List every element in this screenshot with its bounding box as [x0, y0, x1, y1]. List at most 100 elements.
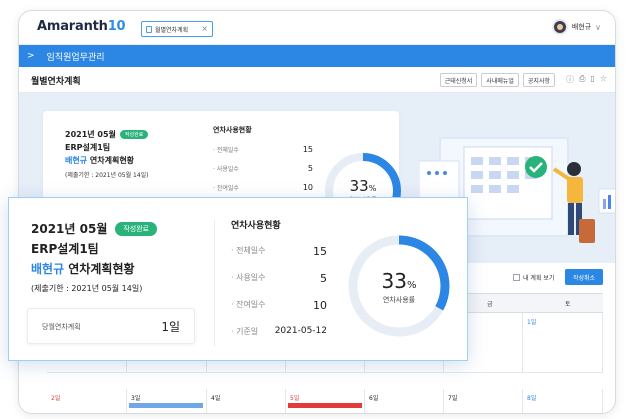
stat-used: · 사용일수 5 [231, 272, 327, 285]
divider [214, 220, 215, 346]
chevron-right-icon[interactable]: > [27, 51, 35, 61]
calendar-cell-may-1[interactable]: 1일 [523, 313, 603, 373]
calendar-cell-may-5[interactable]: 5일 [286, 389, 365, 413]
stat-total: · 전체일수 15 [231, 245, 327, 258]
star-icon[interactable]: ☆ [600, 74, 607, 85]
help-icon[interactable]: ⓘ [566, 74, 574, 85]
stat-value: 15 [302, 145, 313, 154]
stat-used: · 사용일수 5 [213, 164, 313, 173]
employee-name: 배현규 [65, 156, 88, 165]
day-number: 2일 [51, 395, 61, 402]
monthly-plan-label: 당월연차계획 [42, 323, 81, 331]
usage-header: 연차사용현황 [213, 126, 252, 134]
status-badge: 작성완료 [115, 221, 158, 236]
summary-card-left: 2021년 05월 작성완료 ERP설계1팀 배현규 연차계획현황 (제출기한 … [65, 129, 149, 179]
brand-number: 10 [107, 19, 126, 34]
company-manual-button[interactable]: 사내메뉴얼 [481, 73, 519, 87]
user-name: 배현규 [571, 23, 592, 31]
stat-value: 10 [313, 299, 327, 312]
header-icons: ⓘ ⎙ ▯ ☆ [566, 74, 607, 85]
zoomed-summary-card: 2021년 05월 작성완료 ERP설계1팀 배현규 연차계획현황 (제출기한 … [8, 197, 468, 361]
stat-value: 2021-05-12 [274, 326, 327, 336]
summary-month: 2021년 05월 [65, 130, 116, 139]
close-icon[interactable]: × [201, 24, 208, 33]
summary-left: 2021년 05월 작성완료 ERP설계1팀 배현규 연차계획현황 (제출기한 … [31, 220, 158, 294]
stat-value: 10 [302, 183, 313, 192]
usage-donut: 33% 연차사용률 [348, 235, 450, 337]
stat-label: · 전체일수 [231, 246, 266, 255]
calendar-cell-may-6[interactable]: 6일 [365, 389, 444, 413]
summary-month: 2021년 05월 [31, 222, 108, 236]
deadline-text: (제출기한 : 2021년 05월 14일) [65, 172, 149, 179]
employee-name: 배현규 [31, 262, 65, 276]
day-number: 3일 [131, 395, 141, 402]
day-number: 4일 [211, 395, 221, 402]
document-icon [146, 25, 152, 33]
tab-monthly-leave-plan[interactable]: 월별연차계획 × [141, 21, 213, 37]
brand-logo[interactable]: Amaranth10 [37, 19, 126, 34]
calendar-cell-may-3[interactable]: 3일 [127, 389, 207, 413]
stat-label: · 사용일수 [231, 273, 266, 282]
plan-title-text: 연차계획현황 [64, 262, 135, 276]
team-name: ERP설계1팀 [31, 242, 99, 256]
cancel-submission-button[interactable]: 작성취소 [565, 269, 603, 285]
calendar-cell-may-7[interactable]: 7일 [444, 389, 523, 413]
plan-title: 배현규 연차계획현황 [31, 260, 157, 277]
day-number: 7일 [448, 395, 458, 402]
chevron-down-icon: ∨ [595, 22, 601, 32]
my-plan-toggle[interactable]: 내 계획 보기 [513, 273, 554, 282]
module-bar: > 임직원업무관리 [19, 45, 615, 67]
deadline-text: (제출기한 : 2021년 05월 14일) [31, 284, 143, 293]
day-number: 5일 [290, 395, 300, 402]
stat-label: · 잔여일수 [213, 185, 239, 192]
monthly-plan-box: 당월연차계획 1일 [27, 308, 195, 344]
day-number: 8일 [527, 395, 537, 402]
stat-value: 15 [313, 245, 327, 258]
weekday-fri: 금 [487, 301, 493, 308]
print-icon[interactable]: ⎙ [579, 74, 585, 85]
stat-value: 5 [320, 272, 327, 285]
stat-label: · 사용일수 [213, 166, 239, 173]
attendance-request-button[interactable]: 근태신청서 [439, 73, 478, 87]
usage-stats: 연차사용현황 · 전체일수 15 · 사용일수 5 · 잔여일수 10 [213, 125, 313, 202]
stat-total: · 전체일수 15 [213, 145, 313, 154]
my-plan-label: 내 계획 보기 [523, 275, 555, 282]
stat-label: · 잔여일수 [231, 300, 266, 309]
stat-base-date: · 기준일 2021-05-12 [231, 326, 327, 337]
donut-percent: 33% [382, 269, 417, 293]
user-menu[interactable]: 배현규 ∨ [551, 19, 601, 35]
calendar-cell-may-8[interactable]: 8일 [523, 389, 603, 413]
module-title: 임직원업무관리 [46, 52, 105, 63]
summary-month-row: 2021년 05월 작성완료 [31, 220, 158, 237]
stat-label: · 기준일 [231, 327, 259, 336]
stat-value: 5 [307, 164, 313, 173]
day-number: 6일 [369, 395, 379, 402]
header-buttons: 근태신청서 사내메뉴얼 공지사항 [439, 73, 555, 87]
top-bar: Amaranth10 월별연차계획 × 배현규 ∨ [19, 11, 615, 45]
notice-button[interactable]: 공지사항 [522, 73, 555, 87]
avatar [551, 19, 568, 35]
checkbox[interactable] [513, 274, 520, 281]
status-badge: 작성완료 [119, 130, 149, 139]
monthly-plan-value: 1일 [161, 320, 180, 334]
team-name: ERP설계1팀 [65, 143, 111, 152]
brand-text: Amaranth [37, 19, 108, 34]
stat-remaining: · 잔여일수 10 [213, 183, 313, 192]
page-title: 월별연차계획 [31, 77, 81, 87]
stat-label: · 전체일수 [213, 147, 239, 154]
calendar-event-bar[interactable] [288, 403, 362, 408]
day-number: 1일 [527, 319, 537, 326]
calendar-cell-may-2[interactable]: 2일 [47, 389, 127, 413]
calendar-cell-may-4[interactable]: 4일 [207, 389, 286, 413]
donut-percent: 33% [350, 177, 377, 195]
plan-title: 배현규 연차계획현황 [65, 155, 149, 166]
plan-title-text: 연차계획현황 [87, 156, 135, 165]
page-header: 월별연차계획 근태신청서 사내메뉴얼 공지사항 ⓘ ⎙ ▯ ☆ [19, 67, 615, 93]
tab-label: 월별연차계획 [155, 26, 189, 34]
usage-stats: 연차사용현황 · 전체일수 15 · 사용일수 5 · 잔여일수 10 · 기준일 20… [231, 218, 327, 351]
delete-icon[interactable]: ▯ [590, 74, 594, 85]
donut-label: 연차사용률 [383, 295, 416, 304]
usage-header: 연차사용현황 [231, 221, 281, 231]
summary-month-row: 2021년 05월 작성완료 [65, 129, 149, 140]
calendar-event-bar[interactable] [129, 403, 203, 408]
